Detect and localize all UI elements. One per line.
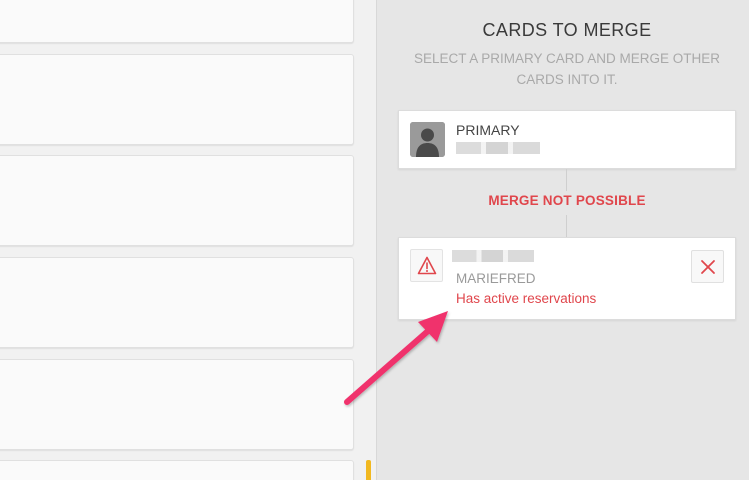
connector-line [566, 169, 567, 191]
panel-title: CARDS TO MERGE [482, 20, 652, 40]
card-list-pane [0, 0, 376, 480]
redacted-name [452, 250, 534, 262]
list-card[interactable] [0, 0, 354, 43]
person-avatar-icon [410, 122, 445, 157]
connector-line [566, 215, 567, 237]
primary-label: PRIMARY [456, 122, 520, 138]
merge-panel: CARDS TO MERGE SELECT A PRIMARY CARD AND… [377, 0, 749, 480]
remove-card-button[interactable] [691, 250, 724, 283]
list-card[interactable] [0, 54, 354, 145]
warning-triangle-icon [410, 249, 443, 282]
list-card[interactable] [0, 359, 354, 450]
card-error-message: Has active reservations [456, 291, 597, 306]
panel-subtitle: SELECT A PRIMARY CARD AND MERGE OTHER CA… [413, 51, 721, 87]
list-card[interactable] [0, 257, 354, 348]
merge-status: MERGE NOT POSSIBLE [488, 193, 646, 208]
card-location: MARIEFRED [456, 271, 536, 286]
close-icon [700, 260, 715, 274]
redacted-name [456, 142, 540, 154]
list-card[interactable] [0, 155, 354, 246]
merge-candidate-card[interactable]: MARIEFRED Has active reservations [398, 237, 736, 320]
list-card[interactable] [0, 460, 354, 480]
primary-card[interactable]: PRIMARY [398, 110, 736, 169]
scroll-indicator[interactable] [366, 460, 371, 480]
